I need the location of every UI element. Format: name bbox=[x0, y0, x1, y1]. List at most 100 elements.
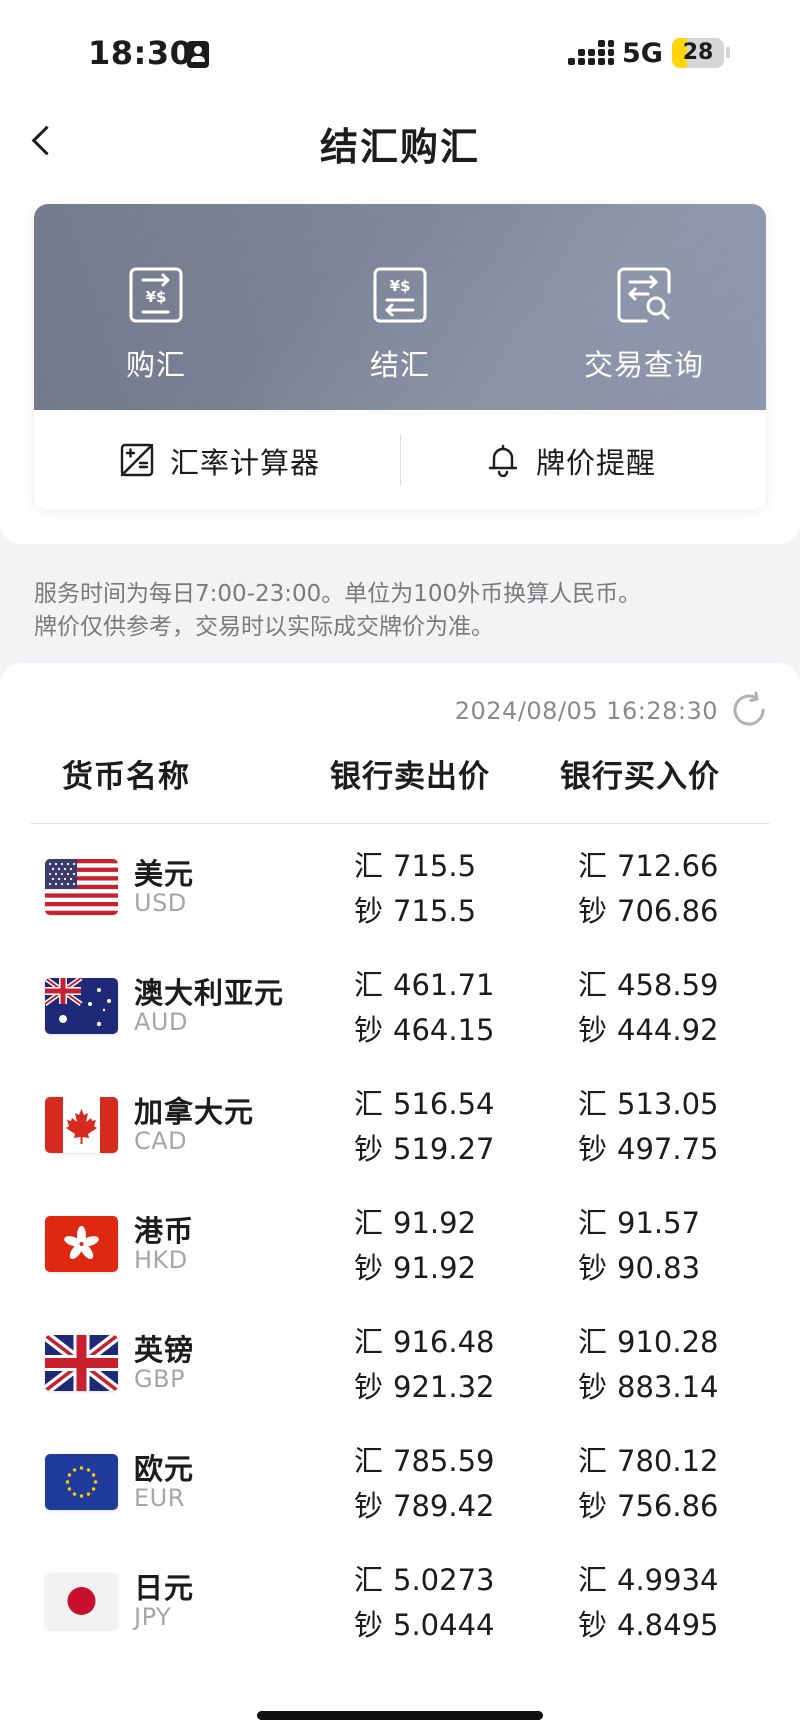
buy-cash-price: 钞 706.86 bbox=[578, 888, 719, 930]
price-value: 464.15 bbox=[393, 1013, 495, 1047]
remit-tag: 汇 bbox=[578, 1325, 608, 1359]
rate-alert-button[interactable]: 牌价提醒 bbox=[400, 410, 766, 510]
buy-remit-price: 汇 91.57 bbox=[578, 1200, 700, 1242]
buy-remit-price: 汇 4.9934 bbox=[578, 1557, 719, 1599]
sell-remit-price: 汇 5.0273 bbox=[354, 1557, 495, 1599]
cash-tag: 钞 bbox=[354, 1489, 384, 1523]
buy-remit-price: 汇 712.66 bbox=[578, 843, 719, 885]
price-value: 461.71 bbox=[393, 968, 495, 1002]
sell-cash-price: 钞 921.32 bbox=[354, 1364, 495, 1406]
price-value: 785.59 bbox=[393, 1444, 495, 1478]
cash-tag: 钞 bbox=[578, 1489, 608, 1523]
currency-row-aud[interactable]: 澳大利亚元 AUD 汇 461.71 钞 464.15 汇 458.59 钞 444.9… bbox=[0, 950, 800, 1068]
hk-flag-icon bbox=[45, 1216, 118, 1272]
au-flag-icon bbox=[45, 978, 118, 1034]
notice-line: 服务时间为每日7:00-23:00。单位为100外币换算人民币。 bbox=[34, 581, 642, 607]
price-value: 458.59 bbox=[617, 968, 719, 1002]
price-value: 715.5 bbox=[393, 894, 477, 928]
price-value: 780.12 bbox=[617, 1444, 719, 1478]
price-value: 756.86 bbox=[617, 1489, 719, 1523]
currency-code: USD bbox=[134, 889, 187, 917]
buy-remit-price: 汇 910.28 bbox=[578, 1319, 719, 1361]
cash-tag: 钞 bbox=[354, 1370, 384, 1404]
sell-remit-price: 汇 91.92 bbox=[354, 1200, 476, 1242]
transaction-search-button[interactable]: 交易查询 bbox=[522, 204, 766, 410]
settle-fx-button[interactable]: ¥$ 结汇 bbox=[278, 204, 522, 410]
cash-tag: 钞 bbox=[578, 1013, 608, 1047]
buy-remit-price: 汇 780.12 bbox=[578, 1438, 719, 1480]
battery-level: 28 bbox=[682, 40, 714, 65]
currency-name: 港币 bbox=[134, 1214, 195, 1248]
eu-flag-icon bbox=[45, 1454, 118, 1510]
price-value: 4.8495 bbox=[617, 1608, 719, 1642]
currency-row-cad[interactable]: 加拿大元 CAD 汇 516.54 钞 519.27 汇 513.05 钞 497.75 bbox=[0, 1069, 800, 1187]
remit-tag: 汇 bbox=[354, 1444, 384, 1478]
currency-row-eur[interactable]: 欧元 EUR 汇 785.59 钞 789.42 汇 780.12 钞 756.86 bbox=[0, 1426, 800, 1544]
remit-tag: 汇 bbox=[578, 1206, 608, 1240]
purchase-fx-button[interactable]: ¥$ 购汇 bbox=[34, 204, 278, 410]
price-value: 712.66 bbox=[617, 849, 719, 883]
cash-tag: 钞 bbox=[578, 1251, 608, 1285]
currency-row-gbp[interactable]: 英镑 GBP 汇 916.48 钞 921.32 汇 910.28 钞 883.14 bbox=[0, 1307, 800, 1425]
remit-tag: 汇 bbox=[578, 1444, 608, 1478]
remit-tag: 汇 bbox=[354, 1206, 384, 1240]
price-value: 921.32 bbox=[393, 1370, 495, 1404]
currency-row-jpy[interactable]: 日元 JPY 汇 5.0273 钞 5.0444 汇 4.9934 钞 4.8495 bbox=[0, 1545, 800, 1663]
price-value: 497.75 bbox=[617, 1132, 719, 1166]
refresh-icon[interactable] bbox=[730, 691, 768, 729]
currency-name: 日元 bbox=[134, 1571, 195, 1605]
fx-calculator-button[interactable]: 汇率计算器 bbox=[34, 410, 400, 510]
sell-remit-price: 汇 461.71 bbox=[354, 962, 495, 1004]
currency-code: AUD bbox=[134, 1008, 188, 1036]
price-value: 5.0444 bbox=[393, 1608, 495, 1642]
price-value: 789.42 bbox=[393, 1489, 495, 1523]
remit-tag: 汇 bbox=[578, 1563, 608, 1597]
action-label: 结汇 bbox=[369, 348, 430, 382]
price-value: 5.0273 bbox=[393, 1563, 495, 1597]
cash-tag: 钞 bbox=[578, 1608, 608, 1642]
price-value: 91.57 bbox=[617, 1206, 701, 1240]
service-notice: 服务时间为每日7:00-23:00。单位为100外币换算人民币。 牌价仅供参考，… bbox=[34, 578, 774, 644]
remit-tag: 汇 bbox=[354, 1325, 384, 1359]
price-value: 519.27 bbox=[393, 1132, 495, 1166]
price-value: 916.48 bbox=[393, 1325, 495, 1359]
remit-tag: 汇 bbox=[354, 1563, 384, 1597]
action-card: ¥$ 购汇 ¥$ 结汇 交易查询 汇率计算器 牌价提醒 bbox=[34, 204, 766, 510]
jp-flag-icon bbox=[45, 1573, 118, 1629]
price-value: 513.05 bbox=[617, 1087, 719, 1121]
cash-tag: 钞 bbox=[354, 1608, 384, 1642]
gb-flag-icon bbox=[45, 1335, 118, 1391]
price-value: 91.92 bbox=[393, 1206, 477, 1240]
currency-row-hkd[interactable]: 港币 HKD 汇 91.92 钞 91.92 汇 91.57 钞 90.83 bbox=[0, 1188, 800, 1306]
divider bbox=[30, 823, 770, 824]
status-time: 18:30 bbox=[88, 34, 193, 72]
price-value: 91.92 bbox=[393, 1251, 477, 1285]
price-value: 444.92 bbox=[617, 1013, 719, 1047]
remit-tag: 汇 bbox=[354, 849, 384, 883]
buy-cash-price: 钞 4.8495 bbox=[578, 1602, 719, 1644]
price-value: 706.86 bbox=[617, 894, 719, 928]
price-value: 910.28 bbox=[617, 1325, 719, 1359]
person-badge-icon bbox=[187, 41, 209, 68]
price-value: 4.9934 bbox=[617, 1563, 719, 1597]
buy-cash-price: 钞 756.86 bbox=[578, 1483, 719, 1525]
currency-name: 加拿大元 bbox=[134, 1095, 255, 1129]
cash-tag: 钞 bbox=[354, 894, 384, 928]
col-header-buy: 银行买入价 bbox=[560, 759, 720, 795]
cash-tag: 钞 bbox=[578, 894, 608, 928]
buy-cash-price: 钞 90.83 bbox=[578, 1245, 700, 1287]
currency-code: HKD bbox=[134, 1246, 188, 1274]
rates-panel: 2024/08/05 16:28:30 货币名称 银行卖出价 银行买入价 美元 … bbox=[0, 663, 800, 1734]
sell-remit-price: 汇 715.5 bbox=[354, 843, 476, 885]
cash-tag: 钞 bbox=[578, 1132, 608, 1166]
top-section: ¥$ 购汇 ¥$ 结汇 交易查询 汇率计算器 牌价提醒 bbox=[0, 186, 800, 544]
sell-cash-price: 钞 715.5 bbox=[354, 888, 476, 930]
currency-name: 美元 bbox=[134, 857, 195, 891]
home-indicator[interactable] bbox=[257, 1711, 543, 1720]
notice-line: 牌价仅供参考，交易时以实际成交牌价为准。 bbox=[34, 614, 494, 640]
nav-header: 结汇购汇 bbox=[0, 96, 800, 186]
sell-cash-price: 钞 5.0444 bbox=[354, 1602, 495, 1644]
currency-row-usd[interactable]: 美元 USD 汇 715.5 钞 715.5 汇 712.66 钞 706.86 bbox=[0, 831, 800, 949]
cash-tag: 钞 bbox=[354, 1013, 384, 1047]
page-title: 结汇购汇 bbox=[319, 125, 480, 169]
